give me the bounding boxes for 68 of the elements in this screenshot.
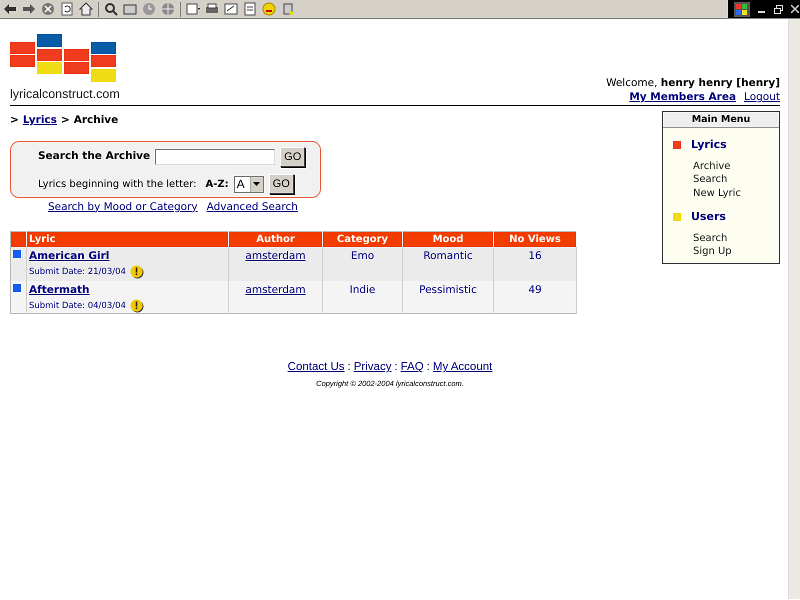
breadcrumb-link[interactable]: Lyrics — [22, 113, 57, 129]
search-field[interactable] — [155, 149, 276, 166]
caret-icon — [253, 182, 260, 186]
go-button[interactable]: GO — [268, 174, 294, 194]
search-label: Search the Archive — [38, 149, 150, 164]
breadcrumb-current: Archive — [74, 113, 118, 128]
column-header: Mood — [402, 231, 494, 246]
home-icon[interactable] — [79, 2, 93, 16]
alert-icon[interactable] — [130, 299, 144, 314]
lyric-title-link[interactable]: Aftermath — [29, 284, 90, 296]
column-header: No Views — [494, 231, 576, 246]
stop-icon[interactable] — [41, 2, 55, 16]
footer-separator: : — [426, 360, 430, 376]
menu-item[interactable]: Search — [693, 173, 779, 186]
az-label: A-Z: — [206, 178, 229, 192]
menu-item[interactable]: Archive — [693, 160, 779, 173]
restore-icon[interactable] — [774, 4, 783, 14]
refresh-icon[interactable] — [60, 2, 74, 16]
menu-section-title: Lyrics — [691, 137, 727, 153]
footer-link[interactable]: Contact Us — [288, 359, 345, 376]
alert-icon[interactable] — [130, 265, 144, 280]
back-icon[interactable] — [3, 2, 17, 16]
site-logo-text: lyricalconstruct.com — [10, 86, 120, 104]
letter-label: Lyrics beginning with the letter: — [38, 178, 197, 192]
breadcrumb-separator: > — [10, 113, 19, 128]
members-area-link[interactable]: My Members Area — [629, 90, 736, 104]
category-text: Emo — [350, 250, 374, 262]
submit-date: Submit Date: 04/03/04 — [29, 300, 126, 313]
column-header: Category — [322, 231, 402, 246]
forward-icon[interactable] — [22, 2, 36, 16]
footer-link[interactable]: Privacy — [354, 359, 392, 376]
menu-item[interactable]: Search — [693, 232, 779, 245]
letter-dropdown[interactable]: A — [234, 176, 264, 193]
submit-date: Submit Date: 21/03/04 — [29, 266, 126, 279]
document-icon[interactable] — [243, 2, 257, 16]
column-header: Author — [228, 231, 322, 246]
go-button[interactable]: GO — [280, 147, 306, 168]
search-link[interactable]: Advanced Search — [206, 200, 298, 216]
printer-icon[interactable] — [205, 2, 219, 16]
lyric-title-link[interactable]: American Girl — [29, 250, 110, 262]
category-text: Indie — [350, 284, 376, 296]
scrollbar[interactable] — [788, 19, 800, 599]
column-header: Lyric — [26, 231, 228, 246]
welcome-text: Welcome, henry henry [henry] — [606, 76, 780, 90]
footer-separator: : — [348, 360, 351, 376]
views-count: 16 — [528, 250, 542, 262]
footer-link[interactable]: My Account — [432, 359, 492, 376]
bullet-icon — [13, 284, 21, 292]
logout-link[interactable]: Logout — [744, 90, 780, 104]
mood-text: Romantic — [423, 250, 473, 262]
footer-link[interactable]: FAQ — [400, 359, 424, 376]
windows-logo-icon — [734, 2, 750, 16]
search-link[interactable]: Search by Mood or Category — [48, 200, 198, 216]
menu-section-title: Users — [691, 209, 726, 225]
close-icon[interactable] — [791, 5, 799, 13]
globe-icon[interactable] — [161, 2, 175, 16]
views-count: 49 — [528, 284, 542, 296]
mood-text: Pessimistic — [419, 284, 477, 296]
bullet-icon — [13, 250, 21, 258]
logo-blocks-icon — [10, 34, 117, 84]
edit-icon[interactable] — [224, 2, 238, 16]
breadcrumb-separator: > — [60, 113, 70, 128]
footer-separator: : — [394, 360, 398, 376]
menu-item[interactable]: Sign Up — [693, 245, 779, 258]
menu-item[interactable]: New Lyric — [693, 186, 779, 200]
history-icon[interactable] — [142, 2, 156, 16]
menu-title: Main Menu — [663, 112, 779, 128]
search-icon[interactable] — [104, 2, 118, 16]
